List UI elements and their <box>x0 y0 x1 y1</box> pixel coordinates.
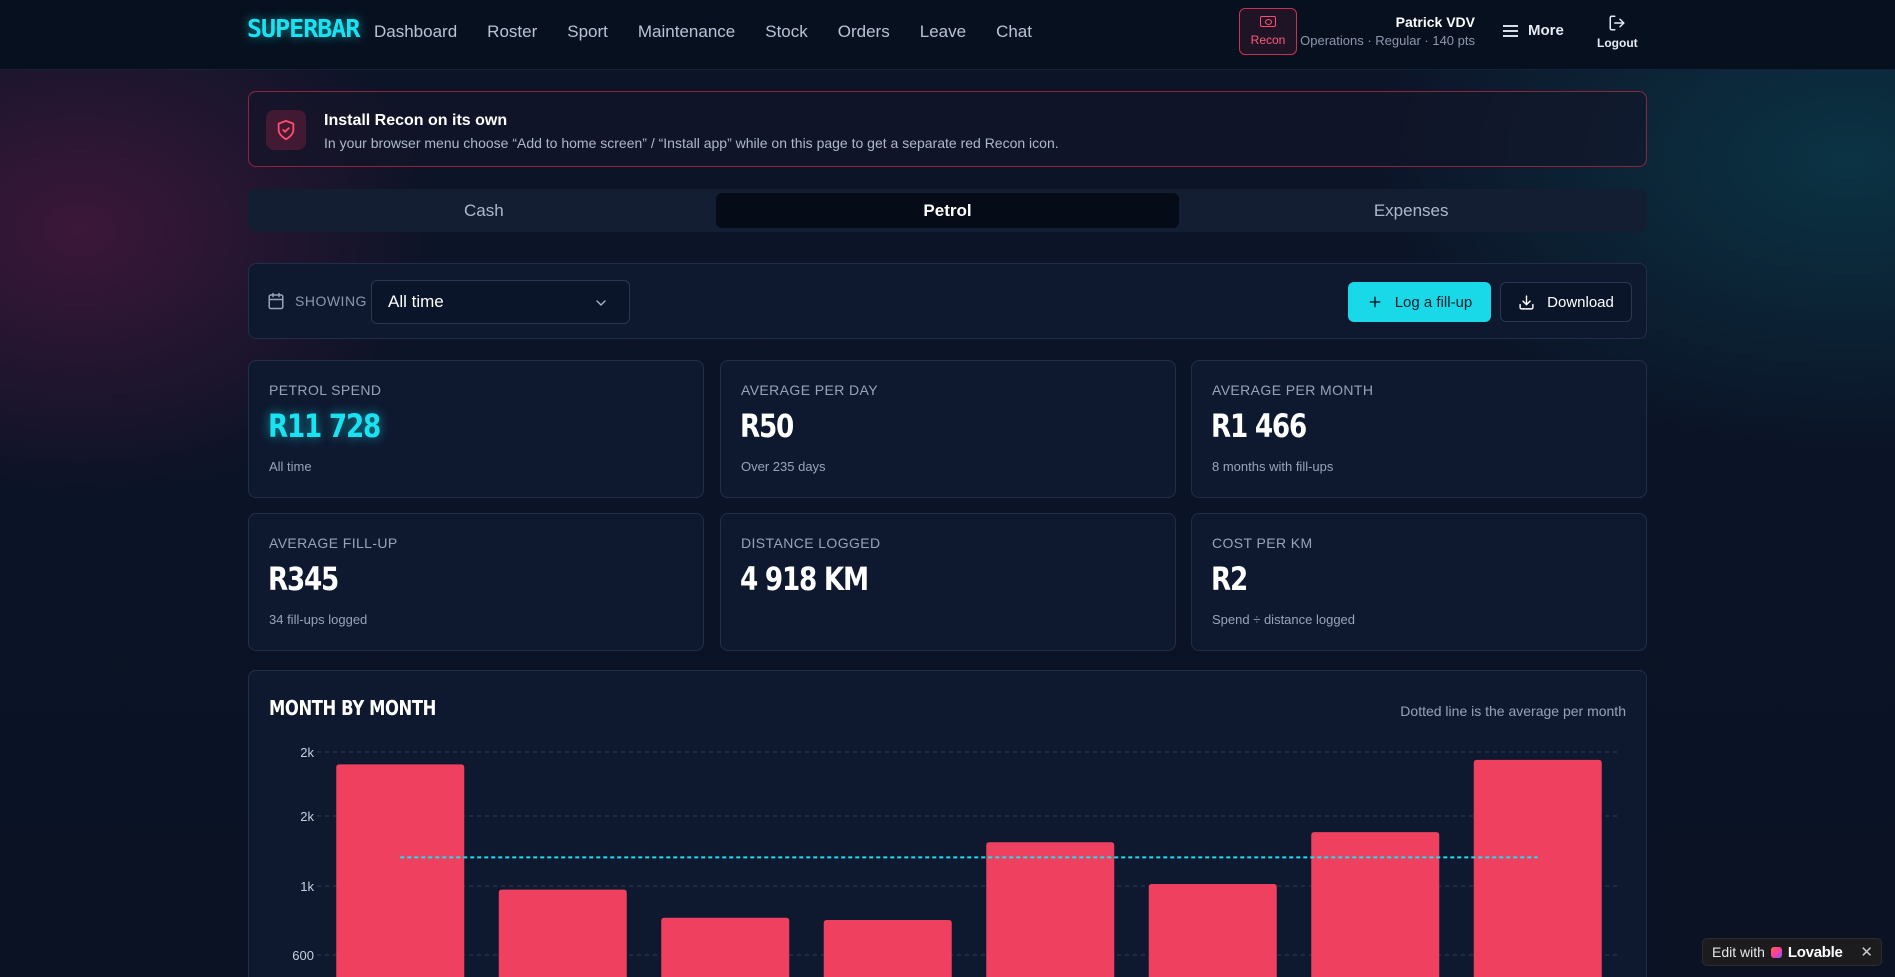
y-tick-label: 600 <box>292 948 314 963</box>
download-button[interactable]: Download <box>1500 282 1632 322</box>
logout-button[interactable]: Logout <box>1597 14 1638 50</box>
showing-label-group: SHOWING <box>267 292 367 310</box>
user-info: Patrick VDV Operations · Regular · 140 p… <box>1300 14 1475 48</box>
chevron-down-icon <box>596 300 606 306</box>
lovable-logo-icon <box>1770 946 1782 958</box>
tab-expenses[interactable]: Expenses <box>1179 193 1643 228</box>
filter-bar: SHOWING All time Log a fill-up Download <box>248 263 1647 339</box>
nav-orders[interactable]: Orders <box>838 22 890 42</box>
stat-value: R1 466 <box>1211 407 1307 445</box>
chart-bar <box>1311 832 1440 977</box>
menu-icon <box>1503 24 1518 37</box>
month-by-month-chart-card: MONTH BY MONTH Dotted line is the averag… <box>248 670 1647 977</box>
tab-cash[interactable]: Cash <box>252 193 716 228</box>
stat-label: COST PER KM <box>1212 535 1313 551</box>
more-label: More <box>1528 22 1564 39</box>
nav-leave[interactable]: Leave <box>920 22 966 42</box>
logout-icon <box>1609 15 1625 31</box>
plus-icon <box>1369 296 1381 308</box>
download-icon <box>1519 294 1534 310</box>
log-fill-up-button[interactable]: Log a fill-up <box>1348 282 1491 322</box>
stat-card-cost-per-km: COST PER KM R2 Spend ÷ distance logged <box>1191 513 1647 651</box>
lovable-brand: Lovable <box>1787 943 1843 961</box>
stat-sub: Spend ÷ distance logged <box>1212 612 1356 627</box>
install-banner: Install Recon on its own In your browser… <box>248 91 1647 167</box>
stat-sub: 8 months with fill-ups <box>1212 459 1334 474</box>
section-tabs: Cash Petrol Expenses <box>248 189 1647 232</box>
more-button[interactable]: More <box>1503 22 1564 39</box>
stat-card-average-fill-up: AVERAGE FILL-UP R345 34 fill-ups logged <box>248 513 704 651</box>
chart-bar <box>986 842 1115 977</box>
y-tick-label: 2k <box>300 809 314 824</box>
banner-description: In your browser menu choose “Add to home… <box>324 135 1059 151</box>
stat-value: 4 918 KM <box>740 560 869 598</box>
stat-card-petrol-spend: PETROL SPEND R11 728 All time <box>248 360 704 498</box>
stat-label: PETROL SPEND <box>269 382 382 398</box>
log-fill-up-label: Log a fill-up <box>1394 293 1473 311</box>
y-tick-label: 1k <box>300 879 314 894</box>
chart-bar <box>1148 883 1277 977</box>
edit-with-label: Edit with <box>1712 944 1765 960</box>
chart-bar <box>1473 759 1602 977</box>
chart-bar <box>823 920 952 977</box>
stat-value: R345 <box>268 560 339 598</box>
user-meta: Operations · Regular · 140 pts <box>1300 33 1475 48</box>
showing-label: SHOWING <box>295 293 367 309</box>
tab-petrol[interactable]: Petrol <box>715 193 1180 228</box>
banner-title: Install Recon on its own <box>324 112 508 129</box>
edit-with-lovable-badge[interactable]: Edit with Lovable ✕ <box>1702 938 1882 966</box>
period-select[interactable]: All time <box>371 280 630 324</box>
download-label: Download <box>1547 293 1614 311</box>
stat-sub: Over 235 days <box>741 459 826 474</box>
nav-roster[interactable]: Roster <box>487 22 537 42</box>
recon-button[interactable]: Recon <box>1239 8 1297 55</box>
nav-dashboard[interactable]: Dashboard <box>374 22 457 42</box>
chart-bar <box>498 889 627 977</box>
stat-label: AVERAGE PER DAY <box>741 382 878 398</box>
nav-sport[interactable]: Sport <box>567 22 608 42</box>
calendar-icon <box>268 292 284 310</box>
stat-label: DISTANCE LOGGED <box>741 535 881 551</box>
stat-sub: 34 fill-ups logged <box>269 612 368 627</box>
y-tick-label: 2k <box>300 745 314 760</box>
app-logo[interactable]: SUPERBAR <box>247 14 360 43</box>
camera-icon <box>1260 16 1276 27</box>
stat-value: R50 <box>740 407 794 445</box>
stat-value: R11 728 <box>268 407 381 445</box>
shield-check-icon <box>266 110 306 150</box>
top-navbar: SUPERBAR Dashboard Roster Sport Maintena… <box>0 0 1895 70</box>
user-name: Patrick VDV <box>1395 14 1475 30</box>
stat-card-distance-logged: DISTANCE LOGGED 4 918 KM <box>720 513 1176 651</box>
nav-maintenance[interactable]: Maintenance <box>638 22 735 42</box>
chart-bar <box>336 764 465 977</box>
stat-card-average-per-month: AVERAGE PER MONTH R1 466 8 months with f… <box>1191 360 1647 498</box>
logout-label: Logout <box>1597 36 1638 50</box>
nav-stock[interactable]: Stock <box>765 22 808 42</box>
close-icon[interactable]: ✕ <box>1860 943 1873 961</box>
nav-chat[interactable]: Chat <box>996 22 1032 42</box>
period-select-value: All time <box>388 292 444 311</box>
stat-sub: All time <box>269 459 312 474</box>
stat-card-average-per-day: AVERAGE PER DAY R50 Over 235 days <box>720 360 1176 498</box>
stat-label: AVERAGE PER MONTH <box>1212 382 1374 398</box>
chart-bar <box>661 917 790 977</box>
recon-label: Recon <box>1250 33 1286 47</box>
stat-label: AVERAGE FILL-UP <box>269 535 398 551</box>
stat-value: R2 <box>1211 560 1248 598</box>
month-bar-chart: 2k 2k 1k 600 <box>292 745 1619 977</box>
main-nav: Dashboard Roster Sport Maintenance Stock… <box>374 22 1062 42</box>
